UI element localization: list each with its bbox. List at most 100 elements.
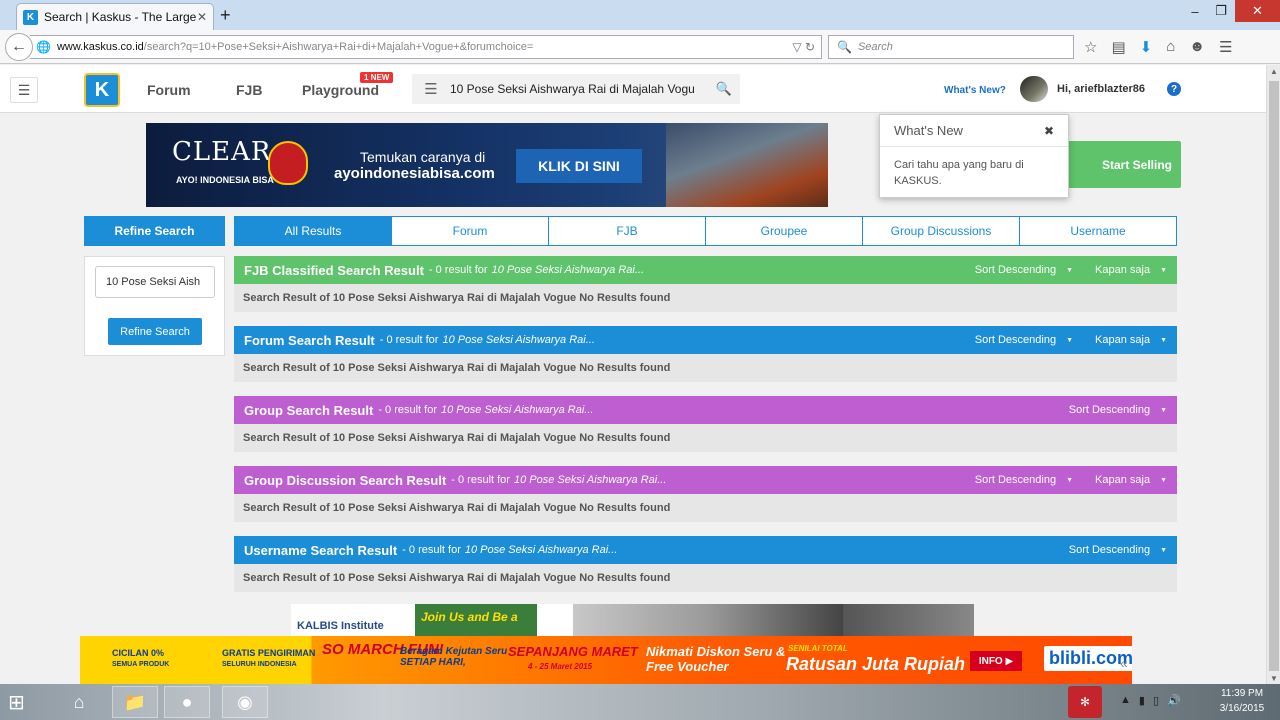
- app-tray-icon[interactable]: ✻: [1068, 686, 1102, 718]
- tab-forum[interactable]: Forum: [392, 217, 549, 245]
- search-term: 10 Pose Seksi Aishwarya Rai...: [513, 474, 667, 486]
- user-greeting[interactable]: Hi, ariefblazter86: [1057, 83, 1145, 95]
- network-icon[interactable]: ▮: [1139, 694, 1145, 707]
- popup-header: What's New ✖: [880, 115, 1068, 147]
- time-dropdown[interactable]: Kapan saja ▼: [1095, 264, 1167, 276]
- page-scrollbar[interactable]: ▲ ▼: [1266, 65, 1280, 685]
- browser-tab[interactable]: K Search | Kaskus - The Large... ✕: [16, 3, 214, 30]
- ad-info-button[interactable]: INFO ▶: [970, 651, 1022, 671]
- download-icon[interactable]: ⬇: [1140, 38, 1153, 56]
- scroll-thumb[interactable]: [1269, 81, 1279, 671]
- avatar[interactable]: [1020, 76, 1048, 102]
- no-results-message: Search Result of 10 Pose Seksi Aishwarya…: [234, 494, 1177, 522]
- nav-playground[interactable]: Playground: [302, 82, 379, 98]
- caret-down-icon: ▼: [1160, 266, 1167, 274]
- clock-date: 3/16/2015: [1219, 703, 1265, 714]
- group-result-section: Group Search Result - 0 result for 10 Po…: [234, 396, 1177, 452]
- close-window-button[interactable]: ✕: [1235, 0, 1280, 22]
- search-term: 10 Pose Seksi Aishwarya Rai...: [464, 544, 618, 556]
- address-url[interactable]: www.kaskus.co.id/search?q=10+Pose+Seksi+…: [57, 41, 792, 53]
- nav-forum[interactable]: Forum: [147, 82, 191, 98]
- club-crest-icon: [268, 141, 308, 185]
- search-options-icon[interactable]: ☰: [412, 80, 450, 98]
- sort-dropdown[interactable]: Sort Descending ▼: [975, 334, 1073, 346]
- browser-nav-bar: 🌐 www.kaskus.co.id/search?q=10+Pose+Seks…: [0, 30, 1280, 64]
- sort-dropdown[interactable]: Sort Descending ▼: [1069, 544, 1167, 556]
- caret-down-icon: ▼: [1160, 476, 1167, 484]
- result-count: - 0 result for: [428, 264, 488, 276]
- blibli-ad[interactable]: CICILAN 0% SEMUA PRODUK GRATIS PENGIRIMA…: [80, 636, 1132, 684]
- whats-new-link[interactable]: What's New?: [944, 85, 1006, 96]
- ad-tanggal: 4 - 25 Maret 2015: [528, 662, 593, 671]
- search-icon[interactable]: 🔍: [708, 81, 740, 97]
- bookmark-star-icon[interactable]: ☆: [1084, 38, 1097, 56]
- search-icon: 🔍: [837, 40, 852, 54]
- globe-icon: 🌐: [36, 40, 51, 54]
- bookmarks-list-icon[interactable]: ▤: [1111, 38, 1125, 56]
- ad-gratis: GRATIS PENGIRIMAN: [222, 648, 316, 658]
- forum-result-section: Forum Search Result - 0 result for 10 Po…: [234, 326, 1177, 382]
- sort-dropdown[interactable]: Sort Descending ▼: [1069, 404, 1167, 416]
- close-icon[interactable]: ✖: [1044, 124, 1054, 138]
- username-result-section: Username Search Result - 0 result for 10…: [234, 536, 1177, 592]
- firefox-icon[interactable]: ●: [164, 686, 210, 718]
- tab-all-results[interactable]: All Results: [235, 217, 392, 245]
- windows-start-icon[interactable]: ⊞: [8, 690, 38, 716]
- scroll-down-icon[interactable]: ▼: [1270, 674, 1278, 683]
- tab-fjb[interactable]: FJB: [549, 217, 706, 245]
- ad-sepanjang: SEPANJANG MARET: [508, 644, 638, 659]
- scroll-up-icon[interactable]: ▲: [1270, 67, 1278, 76]
- tab-username[interactable]: Username: [1020, 217, 1176, 245]
- time-dropdown[interactable]: Kapan saja ▼: [1095, 334, 1167, 346]
- ad-ratusan: Ratusan Juta Rupiah: [786, 654, 966, 674]
- tab-group-discussions[interactable]: Group Discussions: [863, 217, 1020, 245]
- time-dropdown[interactable]: Kapan saja ▼: [1095, 474, 1167, 486]
- new-tab-button[interactable]: +: [220, 5, 231, 26]
- refine-search-input[interactable]: [95, 266, 215, 298]
- kalbis-ad[interactable]: KALBIS Institute Join Us and Be a: [291, 604, 974, 636]
- tab-groupee[interactable]: Groupee: [706, 217, 863, 245]
- menu-icon[interactable]: ☰: [1219, 38, 1232, 56]
- reload-icon[interactable]: ▽ ↻: [792, 40, 821, 54]
- browser-search-box[interactable]: 🔍 Search: [828, 35, 1074, 59]
- nav-fjb[interactable]: FJB: [236, 82, 262, 98]
- collapse-ad-icon[interactable]: «: [1120, 655, 1128, 671]
- home-taskbar-icon[interactable]: ⌂: [56, 686, 102, 718]
- browser-tab-strip: K Search | Kaskus - The Large... ✕ + – ❐…: [0, 0, 1280, 30]
- file-explorer-icon[interactable]: 📁: [112, 686, 158, 718]
- smartfren-icon[interactable]: ◉: [222, 686, 268, 718]
- fjb-result-section: FJB Classified Search Result - 0 result …: [234, 256, 1177, 312]
- maximize-window-button[interactable]: ❐: [1208, 0, 1234, 22]
- volume-icon[interactable]: 🔊: [1167, 694, 1181, 707]
- result-count: - 0 result for: [379, 334, 439, 346]
- system-tray-icons[interactable]: ▲ ▮ ▯ 🔊: [1120, 694, 1181, 707]
- site-search: ☰ 10 Pose Seksi Aishwarya Rai di Majalah…: [412, 74, 740, 104]
- banner-cta-button[interactable]: KLIK DI SINI: [516, 149, 642, 183]
- sort-dropdown[interactable]: Sort Descending ▼: [975, 474, 1073, 486]
- back-button[interactable]: ←: [5, 33, 33, 61]
- caret-down-icon: ▼: [1066, 476, 1074, 484]
- battery-icon[interactable]: ▯: [1153, 694, 1159, 707]
- minimize-window-button[interactable]: –: [1182, 0, 1208, 22]
- section-title: Group Discussion Search Result: [244, 472, 447, 488]
- close-tab-icon[interactable]: ✕: [197, 10, 207, 24]
- tray-arrow-icon[interactable]: ▲: [1120, 694, 1131, 707]
- whats-new-popup: What's New ✖ Cari tahu apa yang baru di …: [879, 114, 1069, 198]
- banner-ad[interactable]: CLEAR AYO! INDONESIA BISA Temukan carany…: [146, 123, 828, 207]
- section-header: Group Search Result - 0 result for 10 Po…: [234, 396, 1177, 424]
- ad-beragam: Beragam Kejutan Seru SETIAP HARI,: [400, 646, 508, 668]
- site-search-input[interactable]: 10 Pose Seksi Aishwarya Rai di Majalah V…: [450, 82, 708, 96]
- home-icon[interactable]: ⌂: [1166, 38, 1175, 56]
- section-title: Username Search Result: [244, 542, 398, 558]
- taskbar-clock[interactable]: 11:39 PM 3/16/2015: [1214, 686, 1270, 716]
- start-selling-button[interactable]: Start Selling: [1060, 141, 1181, 188]
- banner-brand: CLEAR: [172, 137, 272, 167]
- address-bar[interactable]: 🌐 www.kaskus.co.id/search?q=10+Pose+Seks…: [30, 35, 822, 59]
- banner-photo: [666, 123, 828, 207]
- sidebar-menu-button[interactable]: ☰: [10, 77, 38, 103]
- refine-search-button[interactable]: Refine Search: [108, 318, 202, 345]
- chat-icon[interactable]: ☻: [1189, 38, 1205, 56]
- help-icon[interactable]: ?: [1167, 82, 1181, 96]
- kaskus-logo[interactable]: K: [84, 73, 120, 107]
- sort-dropdown[interactable]: Sort Descending ▼: [975, 264, 1073, 276]
